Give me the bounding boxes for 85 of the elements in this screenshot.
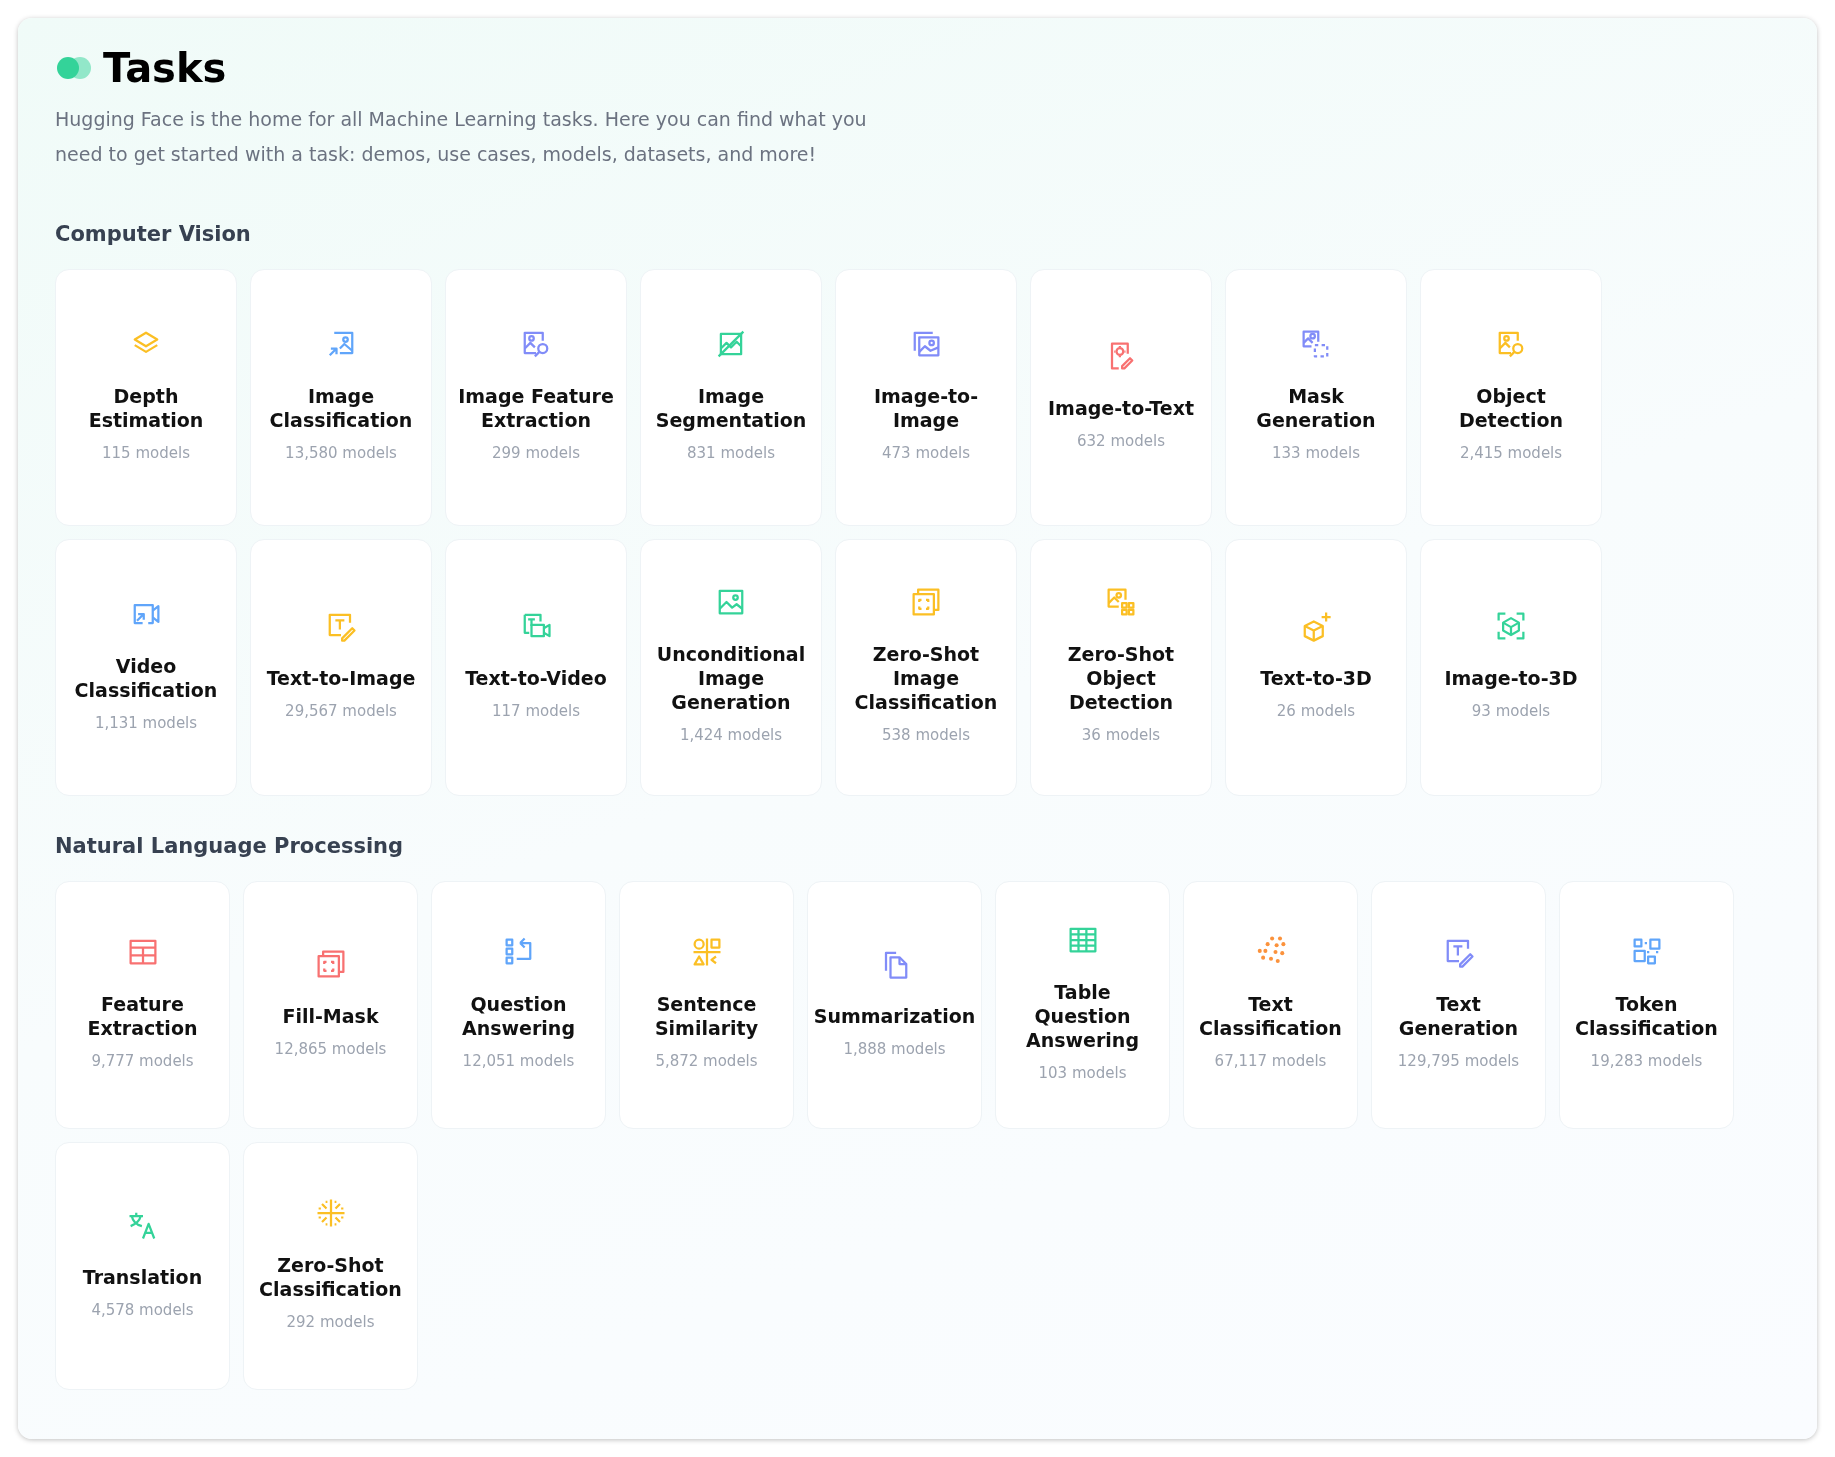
model-count: 9,777 models xyxy=(91,1051,194,1073)
task-name: Feature Extraction xyxy=(86,992,199,1041)
task-card[interactable]: Zero-Shot Object Detection 36 models xyxy=(1030,539,1212,797)
model-count: 13,580 models xyxy=(285,443,397,465)
task-name: Question Answering xyxy=(461,992,576,1041)
task-card[interactable]: Feature Extraction 9,777 models xyxy=(55,881,230,1130)
task-card[interactable]: Image-to-Image 473 models xyxy=(835,269,1017,527)
task-name: Image Feature Extraction xyxy=(457,384,615,433)
task-name: Image-to-3D xyxy=(1444,666,1578,691)
task-card[interactable]: Table Question Answering 103 models xyxy=(995,881,1170,1130)
task-name: Fill-Mask xyxy=(282,1004,379,1029)
task-card[interactable]: Object Detection 2,415 models xyxy=(1420,269,1602,527)
task-card[interactable]: Zero-Shot Classification 292 models xyxy=(243,1142,418,1391)
model-count: 36 models xyxy=(1081,725,1161,747)
task-card[interactable]: Video Classification 1,131 models xyxy=(55,539,237,797)
task-name: Zero-Shot Object Detection xyxy=(1066,642,1176,715)
task-name: Sentence Similarity xyxy=(653,992,760,1041)
model-count: 1,424 models xyxy=(679,725,783,747)
model-count: 129,795 models xyxy=(1397,1051,1520,1073)
task-card[interactable]: Zero-Shot Image Classification 538 models xyxy=(835,539,1017,797)
task-card[interactable]: Text Generation 129,795 models xyxy=(1371,881,1546,1130)
task-name: Image Classification xyxy=(268,384,414,433)
model-count: 1,888 models xyxy=(843,1039,946,1061)
model-count: 26 models xyxy=(1276,701,1356,723)
task-card[interactable]: Sentence Similarity 5,872 models xyxy=(619,881,794,1130)
task-card[interactable]: Image Feature Extraction 299 models xyxy=(445,269,627,527)
model-count: 473 models xyxy=(882,443,970,465)
section-heading: Computer Vision xyxy=(55,222,252,248)
task-name: Token Classification xyxy=(1574,992,1719,1041)
model-count: 12,051 models xyxy=(462,1051,575,1073)
model-count: 67,117 models xyxy=(1214,1051,1327,1073)
task-name: Mask Generation xyxy=(1255,384,1377,433)
task-name: Text-to-3D xyxy=(1260,666,1372,691)
model-count: 19,283 models xyxy=(1590,1051,1703,1073)
task-name: Summarization xyxy=(813,1004,976,1029)
task-name: Translation xyxy=(82,1265,203,1290)
page-description: Hugging Face is the home for all Machine Learning tasks. Here you can find what you need to get started with a task: demos, use cases, models, datasets, and more! xyxy=(55,107,868,167)
page-title: Tasks xyxy=(103,44,227,92)
task-name: Table Question Answering xyxy=(1025,980,1140,1053)
task-name: Text-to-Image xyxy=(266,666,416,691)
task-name: Video Classification xyxy=(73,654,219,703)
model-count: 4,578 models xyxy=(91,1300,194,1322)
task-card[interactable]: Unconditional Image Generation 1,424 models xyxy=(640,539,822,797)
task-name: Object Detection xyxy=(1457,384,1565,433)
model-count: 1,131 models xyxy=(94,713,198,735)
model-count: 133 models xyxy=(1272,443,1360,465)
model-count: 292 models xyxy=(286,1312,375,1334)
task-name: Text Generation xyxy=(1397,992,1520,1041)
task-card[interactable]: Text-to-Image 29,567 models xyxy=(250,539,432,797)
task-card[interactable]: Fill-Mask 12,865 models xyxy=(243,881,418,1130)
task-name: Unconditional Image Generation xyxy=(655,642,807,715)
model-count: 29,567 models xyxy=(285,701,397,723)
task-name: Image Segmentation xyxy=(654,384,808,433)
task-card[interactable]: Image-to-Text 632 models xyxy=(1030,269,1212,527)
task-card[interactable]: Depth Estimation 115 models xyxy=(55,269,237,527)
task-card[interactable]: Question Answering 12,051 models xyxy=(431,881,606,1130)
model-count: 93 models xyxy=(1471,701,1551,723)
task-card[interactable]: Image-to-3D 93 models xyxy=(1420,539,1602,797)
task-card[interactable]: Text Classification 67,117 models xyxy=(1183,881,1358,1130)
model-count: 831 models xyxy=(687,443,775,465)
section-heading: Natural Language Processing xyxy=(55,834,405,860)
task-card[interactable]: Token Classification 19,283 models xyxy=(1559,881,1734,1130)
task-name: Text Classification xyxy=(1198,992,1343,1041)
model-count: 117 models xyxy=(492,701,580,723)
task-card[interactable]: Text-to-3D 26 models xyxy=(1225,539,1407,797)
task-card[interactable]: Translation 4,578 models xyxy=(55,1142,230,1391)
model-count: 2,415 models xyxy=(1459,443,1563,465)
task-card[interactable]: Text-to-Video 117 models xyxy=(445,539,627,797)
model-count: 299 models xyxy=(492,443,580,465)
task-name: Zero-Shot Classification xyxy=(258,1253,403,1302)
model-count: 5,872 models xyxy=(655,1051,758,1073)
task-name: Text-to-Video xyxy=(465,666,607,691)
task-card[interactable]: Mask Generation 133 models xyxy=(1225,269,1407,527)
task-name: Image-to-Text xyxy=(1048,396,1194,421)
task-name: Zero-Shot Image Classification xyxy=(853,642,999,715)
task-name: Depth Estimation xyxy=(87,384,205,433)
model-count: 115 models xyxy=(102,443,190,465)
model-count: 538 models xyxy=(882,725,970,747)
model-count: 103 models xyxy=(1038,1063,1127,1085)
task-card[interactable]: Image Classification 13,580 models xyxy=(250,269,432,527)
task-name: Image-to-Image xyxy=(872,384,980,433)
model-count: 12,865 models xyxy=(274,1039,387,1061)
model-count: 632 models xyxy=(1077,431,1165,453)
task-card[interactable]: Summarization 1,888 models xyxy=(807,881,982,1130)
task-card[interactable]: Image Segmentation 831 models xyxy=(640,269,822,527)
